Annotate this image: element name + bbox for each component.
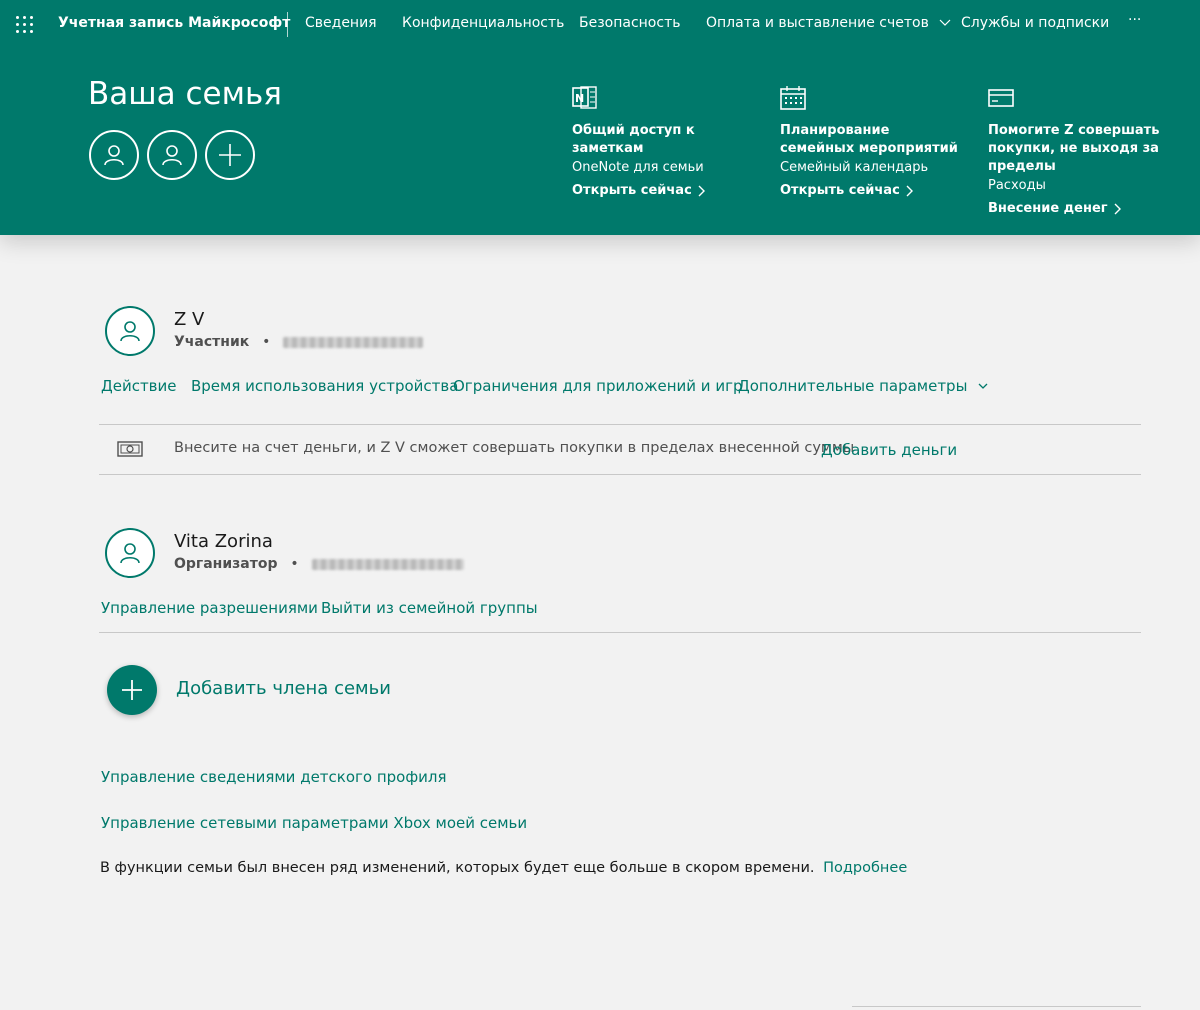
member-avatar[interactable] [105,528,155,578]
svg-text:N: N [575,92,584,105]
add-money-hero-link[interactable]: Внесение денег [988,201,1121,216]
screen-time-link[interactable]: Время использования устройства [191,377,458,395]
top-navigation: Учетная запись Майкрософт Сведения Конфи… [0,0,1200,50]
nav-item-services[interactable]: Службы и подписки [961,15,1109,31]
onenote-icon: N [572,86,597,109]
nav-item-security[interactable]: Безопасность [579,15,680,31]
person-icon [120,543,140,564]
add-member-link[interactable]: Добавить члена семьи [176,678,391,699]
plus-icon [219,144,241,166]
page-title: Ваша семья [88,76,282,112]
member-avatar[interactable] [105,306,155,356]
feature-title: Общий доступ к [572,123,695,138]
family-member-avatar[interactable] [147,130,197,180]
add-member-button[interactable] [107,665,157,715]
nav-item-info[interactable]: Сведения [305,15,377,31]
divider [99,632,1141,633]
separator-dot: • [290,556,299,572]
blurred-email [311,558,464,570]
changes-notice: В функции семьи был внесен ряд изменений… [100,860,907,876]
link-label: Открыть сейчас [572,183,692,198]
feature-title: пределы [988,159,1056,174]
nav-item-billing[interactable]: Оплата и выставление счетов [706,15,951,31]
divider [99,424,1141,425]
feature-subtitle: Семейный календарь [780,160,929,175]
more-icon[interactable]: ··· [1128,12,1141,28]
member-role-label: Организатор [174,556,278,572]
plus-icon [122,680,142,700]
open-calendar-link[interactable]: Открыть сейчас [780,183,913,198]
member-role-label: Участник [174,334,250,350]
feature-title: Планирование [780,123,890,138]
link-label: Внесение денег [988,201,1108,216]
feature-subtitle: OneNote для семьи [572,160,704,175]
xbox-settings-link[interactable]: Управление сетевыми параметрами Xbox мое… [101,814,527,832]
chevron-right-icon [1114,203,1121,214]
nav-item-privacy[interactable]: Конфиденциальность [402,15,564,31]
add-money-note: Внесите на счет деньги, и Z V сможет сов… [174,440,855,456]
member-role: Участник • [174,334,424,350]
activity-link[interactable]: Действие [101,377,177,395]
more-settings-label: Дополнительные параметры [738,377,968,395]
feature-calendar: Планирование семейных мероприятий Семейн… [780,86,970,198]
member-name: Z V [174,309,205,330]
child-profile-link[interactable]: Управление сведениями детского профиля [101,768,447,786]
member-role: Организатор • [174,556,464,572]
chevron-down-icon [939,19,951,26]
feature-spending: Помогите Z совершать покупки, не выходя … [988,86,1178,216]
person-icon [120,321,140,342]
feature-title: заметкам [572,141,644,156]
app-launcher-icon[interactable] [16,16,33,33]
nav-divider [287,12,288,37]
person-icon [104,145,124,166]
learn-more-link[interactable]: Подробнее [823,860,907,876]
brand-title[interactable]: Учетная запись Майкрософт [58,15,290,31]
feature-title: семейных мероприятий [780,141,958,156]
app-limits-link[interactable]: Ограничения для приложений и игр [453,377,742,395]
add-member-circle-button[interactable] [205,130,255,180]
member-name: Vita Zorina [174,531,273,552]
divider [99,474,1141,475]
chevron-right-icon [698,185,705,196]
blurred-email [283,336,424,348]
open-onenote-link[interactable]: Открыть сейчас [572,183,705,198]
family-member-avatar[interactable] [89,130,139,180]
chevron-right-icon [906,185,913,196]
feature-title: покупки, не выходя за [988,141,1159,156]
feature-onenote: N Общий доступ к заметкам OneNote для се… [572,86,752,198]
more-settings-link[interactable]: Дополнительные параметры [738,377,988,395]
nav-item-billing-label: Оплата и выставление счетов [706,15,929,31]
calendar-icon [780,86,806,110]
feature-title: Помогите Z совершать [988,123,1160,138]
manage-permissions-link[interactable]: Управление разрешениями [101,599,318,617]
person-icon [162,145,182,166]
money-icon [117,441,143,457]
link-label: Открыть сейчас [780,183,900,198]
feature-subtitle: Расходы [988,178,1046,193]
separator-dot: • [262,334,271,350]
chevron-down-icon [978,383,988,389]
notice-text: В функции семьи был внесен ряд изменений… [100,860,815,876]
card-icon [988,89,1014,107]
footer-divider [852,1006,1141,1007]
add-money-link[interactable]: Добавить деньги [821,441,957,459]
leave-family-link[interactable]: Выйти из семейной группы [321,599,538,617]
